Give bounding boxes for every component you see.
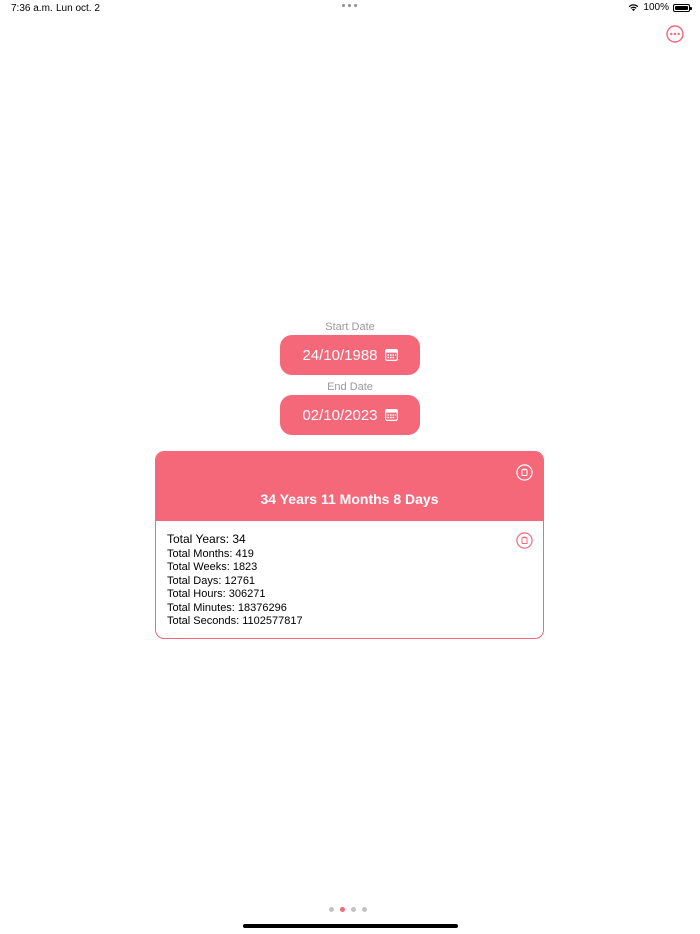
status-right: 100% — [628, 2, 692, 13]
result-summary: 34 Years 11 Months 8 Days — [260, 491, 439, 507]
battery-icon — [673, 3, 692, 12]
ellipsis-circle-icon[interactable] — [666, 25, 684, 43]
home-indicator[interactable] — [243, 924, 458, 928]
result-details: Total Years: 34 Total Months: 419 Total … — [167, 532, 303, 629]
total-seconds: Total Seconds: 1102577817 — [167, 615, 303, 627]
status-time: 7:36 a.m. — [11, 3, 53, 14]
start-date-value: 24/10/1988 — [302, 346, 378, 364]
result-card: 34 Years 11 Months 8 Days Total Years: 3… — [155, 451, 544, 639]
calendar-icon — [384, 409, 398, 421]
multitasking-dots-icon[interactable] — [342, 4, 357, 7]
total-months: Total Months: 419 — [167, 547, 254, 560]
total-hours: Total Hours: 306271 — [167, 588, 266, 600]
calendar-icon — [384, 349, 398, 361]
total-days: Total Days: 12761 — [167, 574, 256, 587]
status-date: Lun oct. 2 — [56, 3, 100, 14]
total-weeks: Total Weeks: 1823 — [167, 561, 258, 573]
end-date-value: 02/10/2023 — [302, 406, 378, 424]
page-dot[interactable] — [351, 907, 356, 912]
status-bar: 7:36 a.m. Lun oct. 2 100% — [0, 0, 700, 18]
page-dot[interactable] — [362, 907, 367, 912]
copy-icon[interactable] — [516, 464, 533, 481]
total-minutes: Total Minutes: 18376296 — [167, 601, 287, 614]
page-indicator[interactable] — [329, 907, 367, 912]
wifi-icon — [629, 4, 639, 12]
start-date-button[interactable]: 24/10/1988 — [280, 335, 420, 375]
end-date-label: End Date — [327, 381, 373, 393]
page-dot[interactable] — [340, 907, 345, 912]
battery-percent: 100% — [643, 2, 669, 13]
start-date-label: Start Date — [325, 321, 375, 333]
total-years: Total Years: 34 — [167, 532, 246, 546]
copy-icon[interactable] — [516, 532, 533, 549]
page-dot[interactable] — [329, 907, 334, 912]
end-date-button[interactable]: 02/10/2023 — [280, 395, 420, 435]
result-header: 34 Years 11 Months 8 Days — [156, 452, 543, 521]
